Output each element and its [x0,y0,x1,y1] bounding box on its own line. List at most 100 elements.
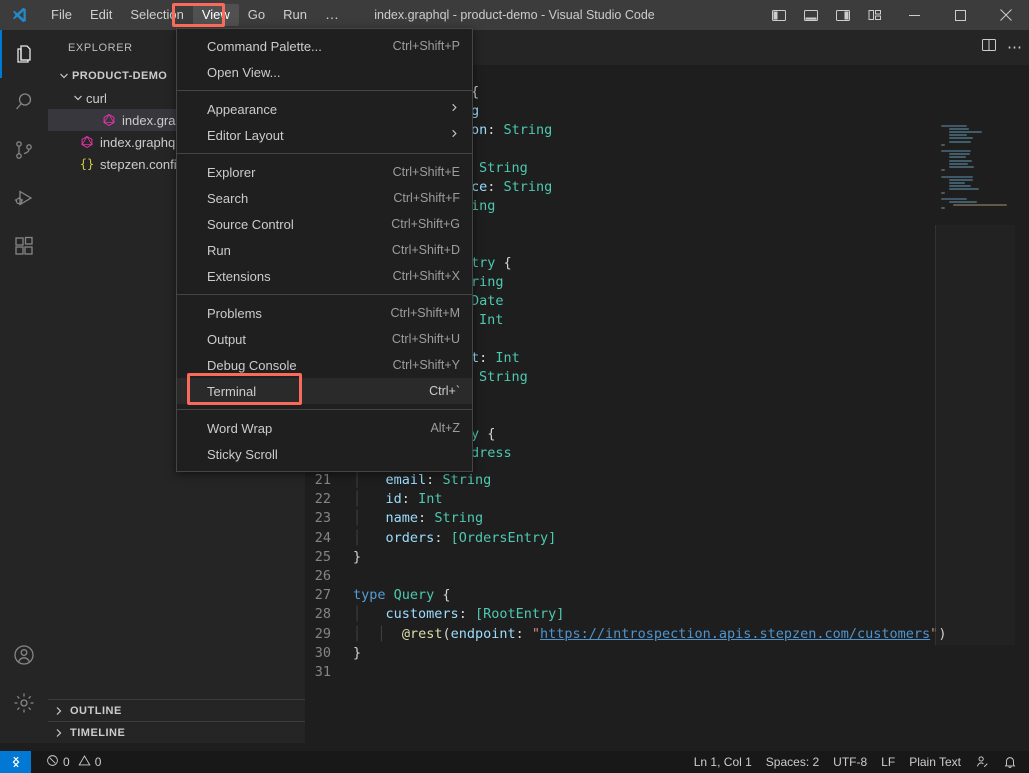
notifications-bell-icon[interactable] [996,751,1029,773]
menu-selection[interactable]: Selection [121,4,192,26]
menu-more[interactable]: … [316,6,349,25]
graphql-file-icon [78,135,96,149]
toggle-secondary-sidebar-icon[interactable] [827,0,859,30]
line-number: 22 [305,490,353,509]
menu-item-shortcut: Ctrl+` [413,384,460,398]
menu-item-run[interactable]: Run Ctrl+Shift+D [177,237,472,263]
status-language-mode[interactable]: Plain Text [902,751,968,773]
code-line: 30 } [305,644,1029,663]
menu-item-editor-layout[interactable]: Editor Layout [177,122,472,148]
menu-bar: File Edit Selection View Go Run … [42,0,349,30]
line-number: 28 [305,605,353,624]
code-line: 25 } [305,548,1029,567]
close-button[interactable] [983,0,1029,30]
code-line: 27 type Query { [305,586,1029,605]
menu-item-open-view[interactable]: Open View... [177,59,472,85]
line-content: │ orders: [OrdersEntry] [353,529,556,548]
panel-outline[interactable]: OUTLINE [48,699,305,721]
menu-item-terminal[interactable]: Terminal Ctrl+` [177,378,472,404]
line-content: │ email: String [353,471,491,490]
menu-separator [177,294,472,295]
menu-item-extensions[interactable]: Extensions Ctrl+Shift+X [177,263,472,289]
menu-item-label: Search [207,191,377,206]
menu-item-shortcut: Ctrl+Shift+P [377,39,460,53]
menu-item-label: Appearance [207,102,449,117]
menu-item-label: Output [207,332,376,347]
menu-item-sticky-scroll[interactable]: Sticky Scroll [177,441,472,467]
menu-item-command-palette[interactable]: Command Palette... Ctrl+Shift+P [177,33,472,59]
menu-edit[interactable]: Edit [81,4,121,26]
activity-item-explorer[interactable] [0,30,48,78]
view-menu-dropdown: Command Palette... Ctrl+Shift+P Open Vie… [176,28,473,472]
activity-item-accounts[interactable] [0,631,48,679]
menu-item-label: Command Palette... [207,39,377,54]
toggle-primary-sidebar-icon[interactable] [763,0,795,30]
activity-item-extensions[interactable] [0,222,48,270]
status-cursor-position[interactable]: Ln 1, Col 1 [687,751,759,773]
activity-item-source-control[interactable] [0,126,48,174]
menu-item-appearance[interactable]: Appearance [177,96,472,122]
tree-root-folder-label: PRODUCT-DEMO [72,70,167,82]
line-content: │ customers: [RootEntry] [353,605,564,624]
menu-file[interactable]: File [42,4,81,26]
line-content: │ name: String [353,509,483,528]
activity-bar [0,30,48,743]
status-problems[interactable]: 0 0 [39,751,108,773]
menu-item-output[interactable]: Output Ctrl+Shift+U [177,326,472,352]
status-encoding[interactable]: UTF-8 [826,751,874,773]
line-number: 26 [305,567,353,586]
minimap-slider[interactable] [935,225,1015,645]
menu-item-source-control[interactable]: Source Control Ctrl+Shift+G [177,211,472,237]
line-number: 31 [305,663,353,682]
code-line: 22 │ id: Int [305,490,1029,509]
title-bar: File Edit Selection View Go Run … index.… [0,0,1029,30]
menu-item-label: Problems [207,306,375,321]
activity-item-run-debug[interactable] [0,174,48,222]
tree-item-label: index.graphql [100,135,178,150]
customize-layout-icon[interactable] [859,0,891,30]
line-content: } [353,548,361,567]
menu-item-word-wrap[interactable]: Word Wrap Alt+Z [177,415,472,441]
menu-item-label: Source Control [207,217,375,232]
line-content: type Query { [353,586,451,605]
panel-timeline[interactable]: TIMELINE [48,721,305,743]
remote-indicator-button[interactable] [0,751,31,773]
split-editor-right-icon[interactable] [981,37,997,58]
status-indentation[interactable]: Spaces: 2 [759,751,826,773]
chevron-down-icon [56,70,72,82]
activity-item-search[interactable] [0,78,48,126]
chevron-right-icon [449,102,460,116]
toggle-panel-icon[interactable] [795,0,827,30]
activity-item-settings[interactable] [0,679,48,727]
menu-item-search[interactable]: Search Ctrl+Shift+F [177,185,472,211]
warning-count: 0 [95,755,102,769]
more-actions-icon[interactable]: ⋯ [1007,43,1023,53]
menu-item-explorer[interactable]: Explorer Ctrl+Shift+E [177,159,472,185]
maximize-button[interactable] [937,0,983,30]
code-line: 28 │ customers: [RootEntry] [305,605,1029,624]
panel-outline-label: OUTLINE [70,705,122,717]
menu-view[interactable]: View [193,4,239,26]
code-line: 31 [305,663,1029,682]
editor-minimap[interactable] [935,100,1015,773]
menu-item-problems[interactable]: Problems Ctrl+Shift+M [177,300,472,326]
menu-item-shortcut: Alt+Z [414,421,460,435]
line-number: 23 [305,509,353,528]
menu-run[interactable]: Run [274,4,316,26]
menu-item-label: Debug Console [207,358,377,373]
chevron-right-icon [449,128,460,142]
title-bar-actions [763,0,1029,30]
vscode-window: File Edit Selection View Go Run … index.… [0,0,1029,773]
code-line: 24 │ orders: [OrdersEntry] [305,529,1029,548]
warning-icon [78,754,91,770]
minimize-button[interactable] [891,0,937,30]
feedback-icon[interactable] [968,751,996,773]
menu-item-debug-console[interactable]: Debug Console Ctrl+Shift+Y [177,352,472,378]
menu-item-label: Terminal [207,384,413,399]
code-line: 23 │ name: String [305,509,1029,528]
editor-vertical-scrollbar[interactable] [1015,100,1029,773]
status-eol[interactable]: LF [874,751,902,773]
json-file-icon: {} [78,157,96,171]
menu-go[interactable]: Go [239,4,274,26]
error-icon [46,754,59,770]
